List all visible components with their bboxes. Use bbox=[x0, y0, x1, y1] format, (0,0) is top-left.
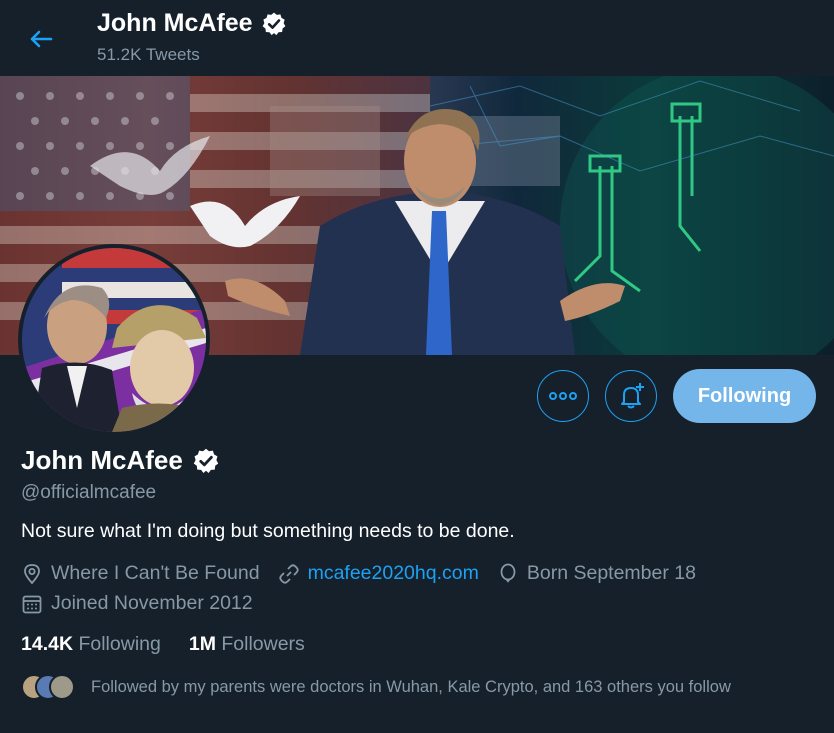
profile-avatar[interactable] bbox=[18, 244, 210, 436]
more-dots-icon bbox=[549, 392, 577, 400]
calendar-icon bbox=[22, 595, 42, 613]
location-pin-icon bbox=[24, 563, 40, 584]
profile-bio: Not sure what I'm doing but something ne… bbox=[21, 520, 515, 542]
avatar-image bbox=[22, 248, 206, 432]
followed-by[interactable]: Followed by my parents were doctors in W… bbox=[21, 674, 731, 700]
location-text: Where I Can't Be Found bbox=[51, 562, 260, 584]
more-options-button[interactable] bbox=[537, 370, 589, 422]
birthday-item: Born September 18 bbox=[497, 562, 696, 585]
location-item: Where I Can't Be Found bbox=[21, 562, 260, 585]
follower-avatar bbox=[49, 674, 75, 700]
profile-handle: @officialmcafee bbox=[21, 482, 157, 503]
tweet-count: 51.2K Tweets bbox=[97, 45, 200, 64]
joined-item: Joined November 2012 bbox=[21, 592, 253, 615]
following-button[interactable]: Following bbox=[673, 369, 816, 423]
verified-badge-icon bbox=[193, 448, 219, 473]
profile-meta: Where I Can't Be Found mcafee2020hq.com … bbox=[21, 562, 714, 585]
header-title: John McAfee bbox=[97, 9, 287, 38]
followers-number: 1M bbox=[188, 633, 216, 655]
profile-name: John McAfee bbox=[21, 445, 220, 476]
bell-plus-icon bbox=[621, 383, 644, 409]
profile-meta-joined: Joined November 2012 bbox=[21, 592, 271, 615]
profile-header: John McAfee 51.2K Tweets bbox=[0, 0, 834, 76]
followers-count[interactable]: 1M Followers bbox=[189, 633, 305, 656]
profile-name-text: John McAfee bbox=[21, 445, 183, 475]
balloon-icon bbox=[500, 563, 516, 583]
following-label: Following bbox=[78, 633, 161, 655]
following-count[interactable]: 14.4K Following bbox=[21, 633, 161, 656]
header-name: John McAfee bbox=[97, 9, 253, 37]
verified-badge-icon bbox=[262, 12, 285, 35]
back-button[interactable] bbox=[26, 24, 56, 54]
website-link[interactable]: mcafee2020hq.com bbox=[308, 562, 479, 585]
notifications-button[interactable] bbox=[605, 370, 657, 422]
followed-by-text: Followed by my parents were doctors in W… bbox=[91, 677, 731, 696]
arrow-left-icon bbox=[30, 30, 53, 48]
followers-label: Followers bbox=[221, 633, 305, 655]
link-icon bbox=[278, 563, 299, 584]
website-item[interactable]: mcafee2020hq.com bbox=[278, 562, 479, 585]
joined-text: Joined November 2012 bbox=[51, 592, 253, 614]
following-number: 14.4K bbox=[21, 633, 74, 655]
birthday-text: Born September 18 bbox=[526, 562, 696, 584]
follow-counts: 14.4K Following 1M Followers bbox=[21, 633, 305, 656]
